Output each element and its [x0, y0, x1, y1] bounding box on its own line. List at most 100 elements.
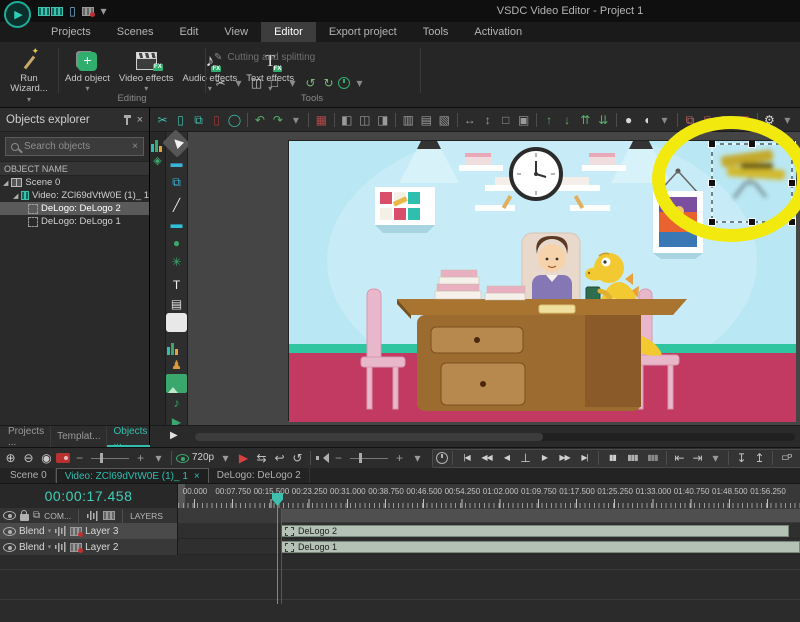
timeline-zoom-out-icon[interactable]: ⊖ — [20, 449, 37, 467]
rectangle-tool-icon[interactable]: ▬ — [166, 214, 187, 233]
blend-mode-select[interactable]: Blend — [19, 526, 45, 537]
waveform-icon[interactable] — [86, 510, 99, 521]
lock-icon[interactable] — [20, 514, 29, 521]
settings-gear-icon[interactable]: ⚙ — [761, 111, 778, 129]
cut-caret[interactable]: ▾ — [230, 74, 247, 92]
image-tool-icon[interactable] — [166, 374, 187, 393]
frame-step-2-icon[interactable]: ▮▮▮ — [623, 449, 642, 467]
blend-caret-icon[interactable]: ▾ — [48, 527, 52, 535]
vsdc-logo[interactable] — [4, 1, 31, 28]
blend-mode-select[interactable]: Blend — [19, 542, 45, 553]
loop-icon[interactable]: ↩ — [271, 449, 288, 467]
shapes-icon[interactable]: ⧉ — [33, 510, 40, 521]
waveform-icon[interactable] — [54, 542, 67, 553]
rotate-cw-icon[interactable]: ↻ — [320, 74, 337, 92]
preview-play-button[interactable]: ▶ — [235, 449, 252, 467]
line-tool-icon[interactable]: ╱ — [166, 195, 187, 214]
menu-view[interactable]: View — [211, 22, 261, 42]
visibility-icon[interactable] — [3, 511, 16, 520]
mark-out-icon[interactable]: ↥ — [751, 449, 768, 467]
ungroup-icon[interactable]: ⧉ — [700, 111, 717, 129]
tree-item-video[interactable]: ◢ Video: ZCl69dVtW0E (1)_ 1 — [0, 189, 149, 202]
tab-scene0[interactable]: Scene 0 — [2, 468, 56, 483]
text-tool-icon[interactable]: T — [166, 275, 187, 294]
cut-icon[interactable]: ✂ — [154, 111, 171, 129]
zoom-slider-plus[interactable]: + — [132, 449, 149, 467]
add-object-button[interactable]: Add object ▾ — [62, 47, 113, 96]
canvas-horizontal-scrollbar[interactable] — [195, 433, 795, 441]
new-project-icon[interactable] — [38, 7, 50, 16]
expand-caret-icon[interactable]: ◢ — [3, 179, 8, 187]
fit-inner-icon[interactable]: ▣ — [515, 111, 532, 129]
clip-delogo1[interactable]: DeLogo 1 — [281, 541, 800, 553]
redo-caret[interactable]: ▾ — [287, 111, 304, 129]
waveform-icon[interactable] — [54, 526, 67, 537]
group-icon[interactable]: ⧉ — [682, 111, 699, 129]
duplicate-tool-icon[interactable]: ⧉ — [166, 172, 187, 191]
crop-icon[interactable]: □ — [266, 74, 283, 92]
prev-keyframe-icon[interactable]: ⊏P — [777, 449, 796, 467]
pause-view-icon[interactable]: ◉ — [38, 449, 55, 467]
playback-duration-icon[interactable] — [436, 452, 448, 464]
wizard-icon[interactable]: ▦ — [313, 111, 330, 129]
video-effects-button[interactable]: Video effects ▾ — [116, 47, 177, 96]
layer-visibility-icon[interactable] — [3, 543, 16, 552]
quick-access-caret[interactable]: ▾ — [95, 2, 112, 20]
layer-name[interactable]: Layer 2 — [85, 542, 118, 553]
tab-templates[interactable]: Templat... — [51, 426, 107, 447]
layer3-track[interactable]: DeLogo 2 — [178, 523, 800, 539]
align-left-icon[interactable]: ◧ — [338, 111, 355, 129]
shapes-caret[interactable]: ▾ — [656, 111, 673, 129]
volume-slider-minus[interactable]: − — [330, 449, 347, 467]
timeline-zoom-in-icon[interactable]: ⊕ — [2, 449, 19, 467]
go-start-button[interactable]: |◀ — [457, 449, 476, 467]
save-project-icon[interactable]: ▯ — [64, 2, 81, 20]
tab-projects-explorer[interactable]: Projects ... — [2, 426, 51, 447]
grid-icon[interactable]: ▦ — [718, 111, 735, 129]
resolution-select[interactable]: 720p — [190, 449, 216, 467]
timeline-ruler[interactable]: 00.00000:07.75000:15.50000:23.25000:31.0… — [178, 484, 800, 508]
search-input[interactable]: Search objects — [5, 137, 144, 156]
volume-slider[interactable] — [348, 449, 390, 467]
distribute-grid-icon[interactable]: ▧ — [436, 111, 453, 129]
tooltip-tool-icon[interactable] — [166, 313, 187, 332]
align-right-icon[interactable]: ◨ — [374, 111, 391, 129]
split-parts-icon[interactable]: ◫ — [248, 74, 265, 92]
film-red-icon[interactable] — [70, 527, 82, 536]
close-icon[interactable] — [137, 114, 143, 126]
layer-name[interactable]: Layer 3 — [85, 526, 118, 537]
frame-step-3-icon[interactable]: ▮▮▮ — [643, 449, 662, 467]
fast-forward-button[interactable]: ▶▶ — [555, 449, 574, 467]
timeline-zoom-slider[interactable] — [89, 449, 131, 467]
freeshape-tool-icon[interactable]: ✳ — [166, 252, 187, 271]
layer-visibility-icon[interactable] — [3, 527, 16, 536]
menu-editor[interactable]: Editor — [261, 22, 316, 42]
audio-tool-icon[interactable]: ♪ — [166, 393, 187, 412]
volume-caret[interactable]: ▾ — [409, 449, 426, 467]
rewind-button[interactable]: ◀◀ — [477, 449, 496, 467]
delete-icon[interactable]: ▯ — [208, 111, 225, 129]
tab-delogo2[interactable]: DeLogo: DeLogo 2 — [209, 468, 310, 483]
clear-search-icon[interactable] — [132, 141, 138, 152]
open-project-icon[interactable] — [51, 7, 63, 16]
play-button[interactable]: ▶ — [535, 449, 554, 467]
duration-caret[interactable]: ▾ — [351, 74, 368, 92]
preview-canvas[interactable] — [188, 132, 800, 425]
cut-tool-icon[interactable]: ✂ — [212, 74, 229, 92]
expand-caret-icon[interactable]: ◢ — [13, 192, 18, 200]
rotate-ccw-icon[interactable]: ↺ — [302, 74, 319, 92]
send-back-icon[interactable]: ⇊ — [595, 111, 612, 129]
zoom-slider-caret[interactable]: ▾ — [150, 449, 167, 467]
record-icon[interactable] — [56, 453, 70, 463]
center-vertical-icon[interactable]: ↕ — [479, 111, 496, 129]
ellipse-select-icon[interactable]: ◯ — [226, 111, 243, 129]
volume-slider-plus[interactable]: + — [391, 449, 408, 467]
copy-icon[interactable]: ⧉ — [190, 111, 207, 129]
redo-icon[interactable]: ↷ — [269, 111, 286, 129]
menu-tools[interactable]: Tools — [410, 22, 462, 42]
jump-caret[interactable]: ▾ — [707, 449, 724, 467]
stop-button[interactable]: ⊥ — [517, 449, 534, 467]
paste-icon[interactable]: ▯ — [172, 111, 189, 129]
subtract-shape-icon[interactable]: ◖ — [638, 111, 655, 129]
resolution-caret[interactable]: ▾ — [217, 449, 234, 467]
